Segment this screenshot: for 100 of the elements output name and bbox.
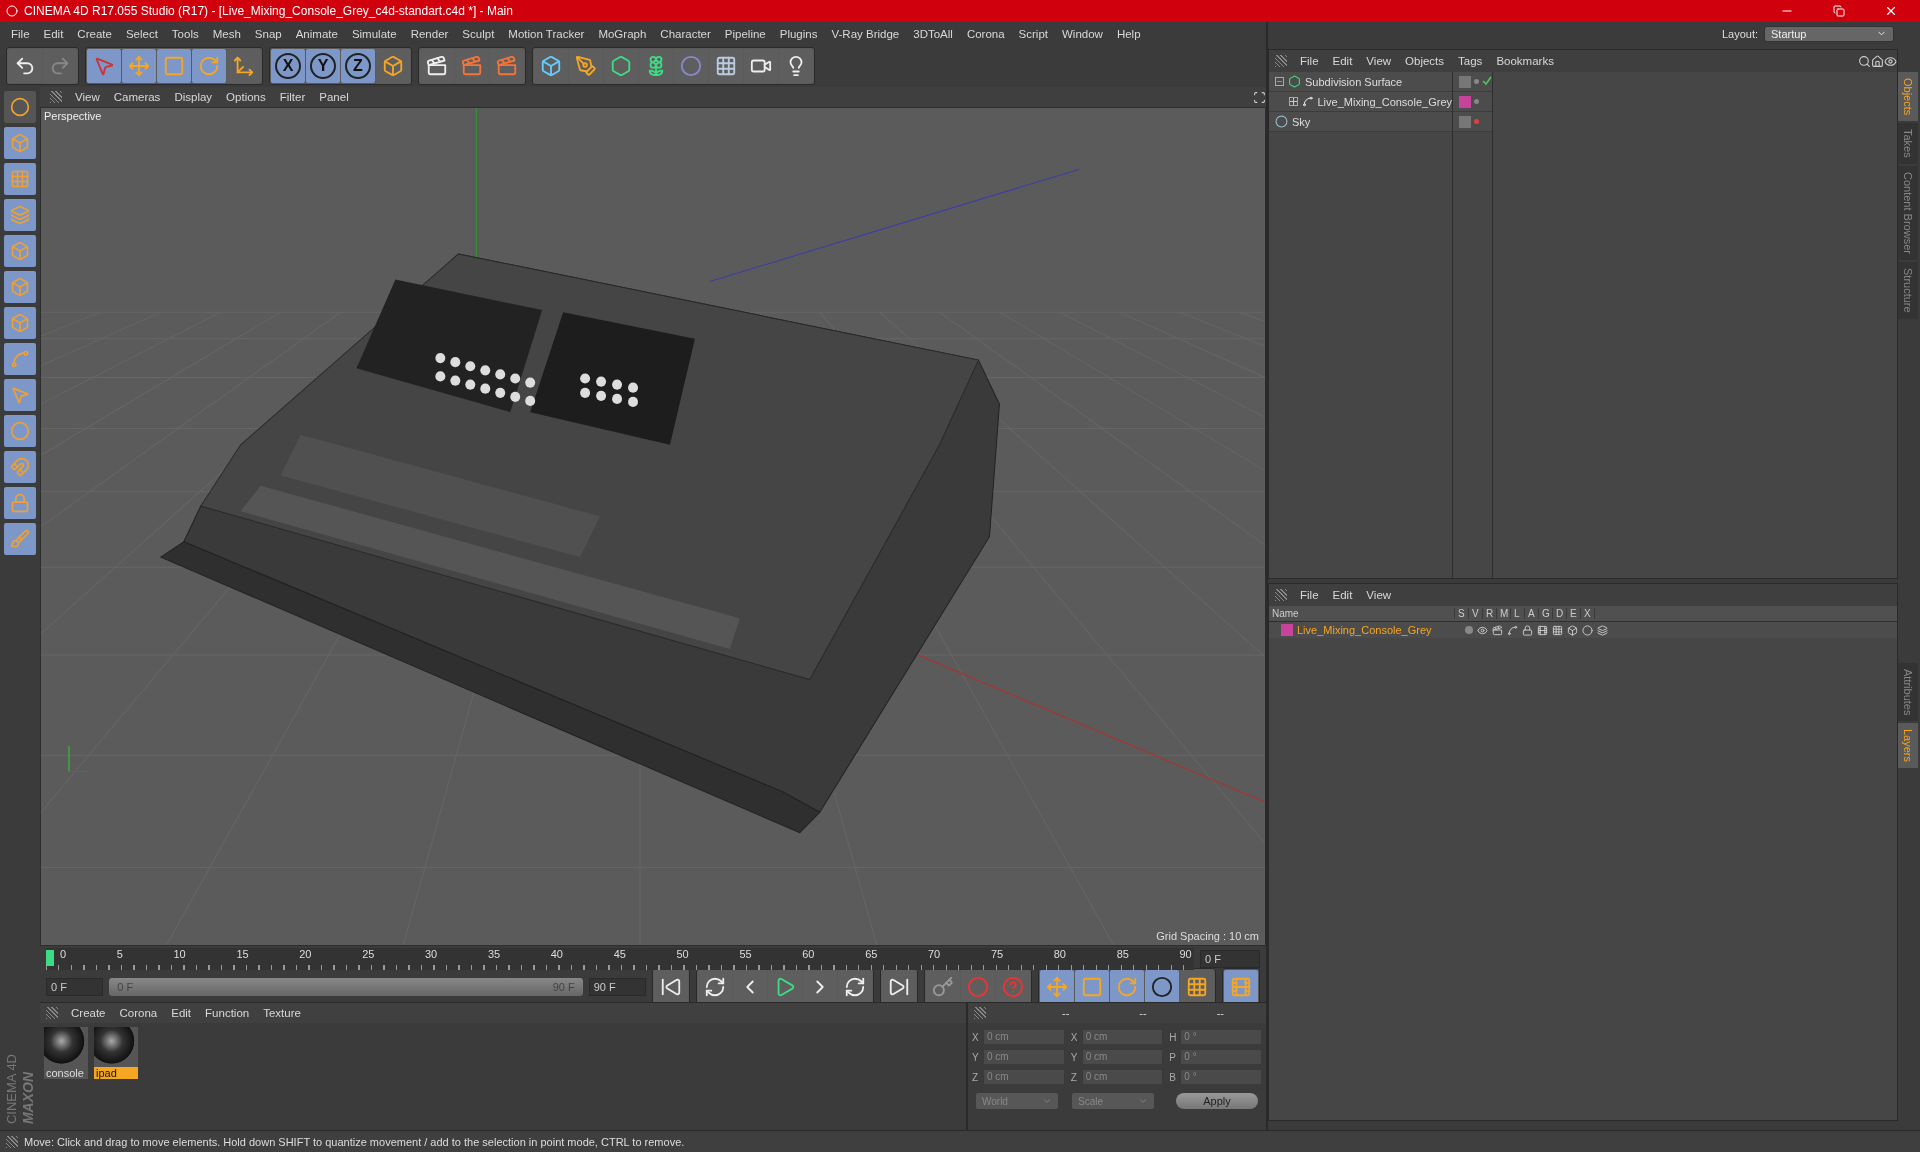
side-tab[interactable]: Objects [1898,72,1918,122]
camera-label: Perspective [44,110,102,122]
coordinate-header: -- [1216,1007,1224,1019]
axis-label: X [972,1031,980,1043]
object-row[interactable]: Subdivision Surface [1269,72,1452,92]
frame-tick-label: 60 [802,948,815,962]
side-tab[interactable]: Layers [1898,722,1918,768]
menu-item[interactable]: Render [403,27,456,40]
viewport-menu-item[interactable]: Display [167,91,220,103]
column-header: X [1581,608,1595,619]
frame-tick-label: 80 [1053,948,1066,962]
menu-item[interactable]: MoGraph [591,27,654,40]
side-tab[interactable]: Attributes [1898,662,1918,721]
frame-tick-label: 45 [613,948,626,962]
menu-item[interactable]: Animate [288,27,345,40]
menu-item[interactable]: Character [653,27,718,40]
layer-menu-item[interactable]: Edit [1325,589,1360,601]
material-name: ipad [94,1067,138,1079]
object-menu-item[interactable]: View [1359,55,1399,67]
viewport-menu-item[interactable]: View [68,91,107,103]
side-tab[interactable]: Takes [1898,123,1918,165]
material-swatch[interactable]: console [44,1027,88,1079]
frame-tick-label: 35 [487,948,501,962]
side-tab[interactable]: Structure [1898,262,1918,319]
menu-item[interactable]: File [4,27,37,40]
frame-tick-label: 15 [236,948,249,962]
frame-tick-label: 20 [299,948,312,962]
window-title: CINEMA 4D R17.055 Studio (R17) - [Live_Mixing_Console_Grey_c4d-standart.c4d *] - Main [24,4,514,18]
column-header: R [1483,608,1497,619]
layer-name: Live_Mixing_Console_Grey [1297,624,1433,636]
current-frame-field[interactable]: 0 F [1200,950,1260,968]
axis-label: Z [1070,1071,1078,1083]
grid-spacing-label: Grid Spacing : 10 cm [1156,930,1259,942]
material-swatch[interactable]: ipad [94,1027,138,1079]
object-row[interactable]: Live_Mixing_Console_Grey [1269,92,1452,112]
layout-dropdown[interactable]: Startup [1764,25,1894,42]
frame-tick-label: 25 [362,948,375,962]
object-menu-item[interactable]: Objects [1398,55,1452,67]
viewport-menu-item[interactable]: Cameras [106,91,168,103]
object-name: Sky [1292,115,1311,128]
axis-lock-button[interactable]: Z [341,49,375,83]
menu-item[interactable]: V-Ray Bridge [824,27,907,40]
viewport-menu-item[interactable]: Filter [272,91,313,103]
layer-menu-item[interactable]: View [1359,589,1399,601]
menu-item[interactable]: Snap [247,27,289,40]
axis-label: Z [972,1071,980,1083]
material-menu-item[interactable]: Edit [164,1007,199,1019]
menu-item[interactable]: Plugins [772,27,825,40]
column-header: A [1525,608,1539,619]
menu-item[interactable]: Tools [164,27,206,40]
axis-lock-button[interactable]: Y [306,49,340,83]
layer-row[interactable]: Live_Mixing_Console_Grey [1269,622,1897,638]
object-menu-item[interactable]: File [1293,55,1326,67]
viewport-menu-item[interactable]: Options [219,91,273,103]
frame-tick-label: 55 [739,948,752,962]
object-menu-item[interactable]: Bookmarks [1489,55,1561,67]
column-header: V [1469,608,1483,619]
axis-label: Y [1070,1051,1079,1063]
logo-text: CINEMA 4D [4,1053,19,1124]
menu-item[interactable]: Create [70,27,119,40]
material-menu-item[interactable]: Create [64,1007,113,1019]
menu-item[interactable]: Sculpt [455,27,502,40]
menu-item[interactable]: Corona [959,27,1012,40]
coordinate-header: -- [1139,1007,1147,1019]
menu-item[interactable]: Edit [36,27,71,40]
object-menu-item[interactable]: Tags [1451,55,1490,67]
viewport-menu-item[interactable]: Panel [312,91,356,103]
frame-tick-label: 0 [60,948,67,962]
material-menu-item[interactable]: Corona [112,1007,165,1019]
frame-tick-label: 10 [173,948,186,962]
apply-button[interactable]: Apply [1176,1093,1258,1109]
menu-item[interactable]: Simulate [344,27,404,40]
menu-item[interactable]: Window [1055,27,1110,40]
start-frame-field[interactable]: 0 F [46,978,104,996]
menu-item[interactable]: Help [1109,27,1148,40]
menu-item[interactable]: Select [118,27,165,40]
menu-item[interactable]: Mesh [205,27,248,40]
menu-item[interactable]: 3DToAll [906,27,960,40]
logo-text: MAXON [20,1070,36,1124]
menu-item[interactable]: Script [1011,27,1055,40]
column-header: E [1567,608,1581,619]
material-menu-item[interactable]: Function [198,1007,257,1019]
column-header: M [1497,608,1511,619]
material-menu-item[interactable]: Texture [256,1007,308,1019]
side-tab[interactable]: Content Browser [1898,166,1918,260]
status-text: Move: Click and drag to move elements. Hold down SHIFT to quantize movement / add to the selection in point mode, CTRL to remove. [24,1135,685,1148]
object-row[interactable]: Sky [1269,112,1452,132]
layer-menu-item[interactable]: File [1293,589,1326,601]
menu-item[interactable]: Motion Tracker [501,27,592,40]
end-frame-field[interactable]: 90 F [588,978,646,996]
object-menu-item[interactable]: Edit [1325,55,1360,67]
menu-item[interactable]: Pipeline [717,27,773,40]
column-header: S [1455,608,1469,619]
axis-lock-button[interactable]: X [271,49,305,83]
object-name: Subdivision Surface [1305,75,1403,88]
frame-tick-label: 65 [865,948,878,962]
axis-label: X [1070,1031,1079,1043]
frame-tick-label: 85 [1116,948,1129,962]
axis-label: P [1169,1051,1177,1063]
timeline-ruler[interactable]: 0 5 10 15 20 25 30 35 40 45 50 55 60 65 70 75 80 85 90 [46,948,1194,970]
